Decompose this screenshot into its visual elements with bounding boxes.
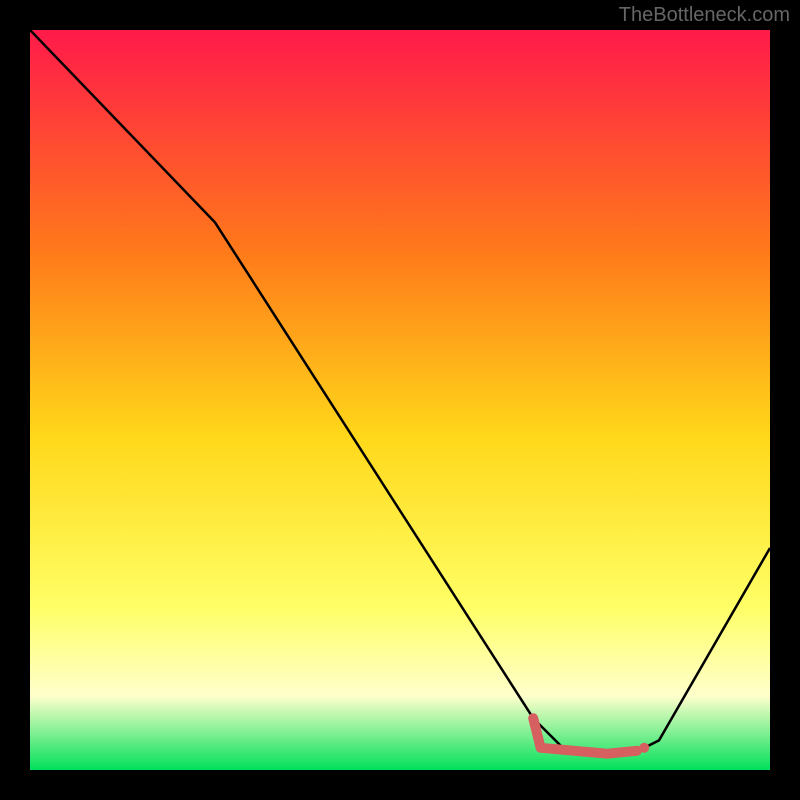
bottleneck-chart: [30, 30, 770, 770]
watermark-text: TheBottleneck.com: [619, 4, 790, 27]
dot-1: [617, 747, 627, 757]
chart-frame: [30, 30, 770, 770]
gradient-background: [30, 30, 770, 770]
dot-2: [639, 743, 649, 753]
